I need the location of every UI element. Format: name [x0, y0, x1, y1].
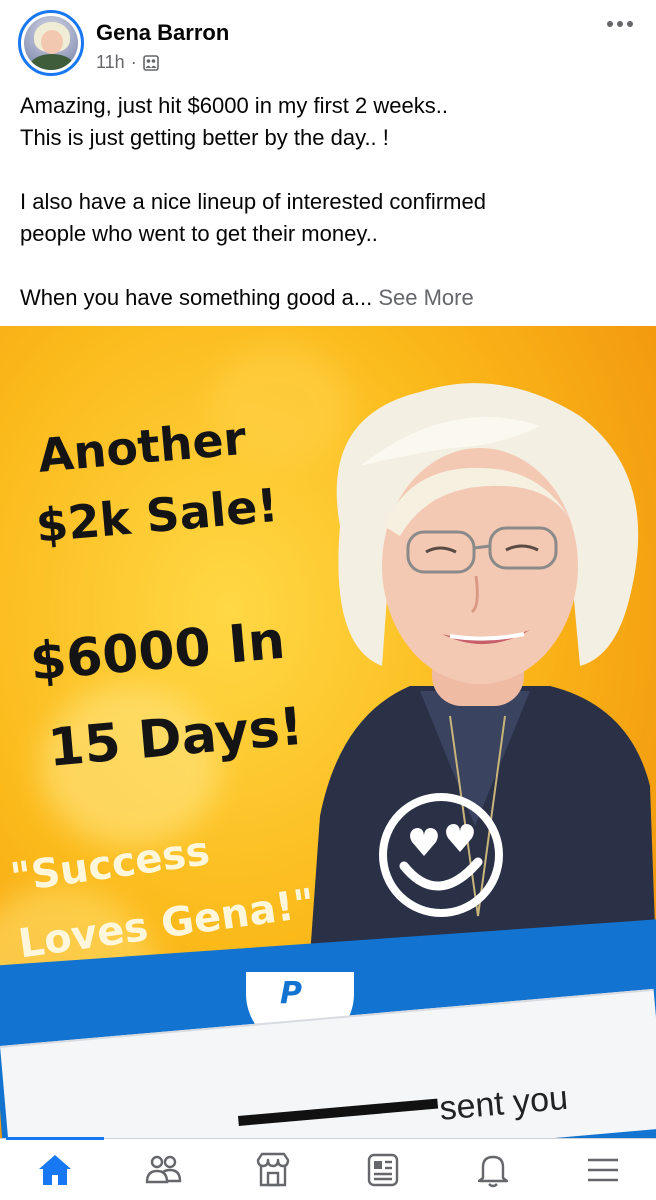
tab-marketplace[interactable] — [243, 1147, 303, 1193]
post-text-line-last: When you have something good a... See Mo… — [20, 282, 640, 314]
post-text-line: I also have a nice lineup of interested … — [20, 189, 486, 214]
post-meta: 11h · — [96, 52, 159, 73]
heart-eyes-emoji-icon — [379, 793, 503, 917]
post-text-line: Amazing, just hit $6000 in my first 2 we… — [20, 93, 448, 118]
post-text-line: people who went to get their money.. — [20, 221, 378, 246]
payment-logo-icon: P — [280, 976, 302, 1011]
author-avatar[interactable] — [18, 10, 84, 76]
image-headline: $2k Sale! — [33, 477, 281, 553]
notifications-icon — [477, 1155, 509, 1188]
image-quote: "Success — [7, 828, 213, 902]
home-icon — [39, 1155, 71, 1185]
post-text-line: This is just getting better by the day..… — [20, 125, 389, 150]
see-more-link[interactable]: See More — [378, 285, 473, 310]
tab-menu[interactable] — [573, 1147, 633, 1193]
post-header: Gena Barron 11h · — [0, 0, 656, 86]
menu-icon — [588, 1158, 618, 1182]
active-tab-indicator — [6, 1137, 104, 1140]
image-headline: Another — [35, 410, 249, 483]
group-icon — [142, 54, 159, 71]
post-text: Amazing, just hit $6000 in my first 2 we… — [20, 90, 640, 314]
bottom-tab-bar — [0, 1137, 656, 1200]
tab-home[interactable] — [25, 1147, 85, 1193]
more-options-icon[interactable] — [602, 12, 638, 36]
post-image[interactable]: Another $2k Sale! $6000 In 15 Days! "Suc… — [0, 326, 656, 1138]
author-name[interactable]: Gena Barron — [96, 20, 229, 46]
friends-icon — [145, 1155, 182, 1184]
post-time[interactable]: 11h — [96, 52, 125, 73]
tab-news-feed[interactable] — [353, 1147, 413, 1193]
image-headline: $6000 In — [27, 610, 288, 693]
news-feed-icon — [367, 1153, 399, 1187]
marketplace-icon — [256, 1152, 290, 1187]
avatar-photo — [24, 16, 78, 70]
tab-notifications[interactable] — [463, 1147, 523, 1193]
meta-separator: · — [130, 52, 137, 72]
post-text-truncated: When you have something good a... — [20, 285, 379, 310]
tab-friends[interactable] — [133, 1147, 193, 1193]
